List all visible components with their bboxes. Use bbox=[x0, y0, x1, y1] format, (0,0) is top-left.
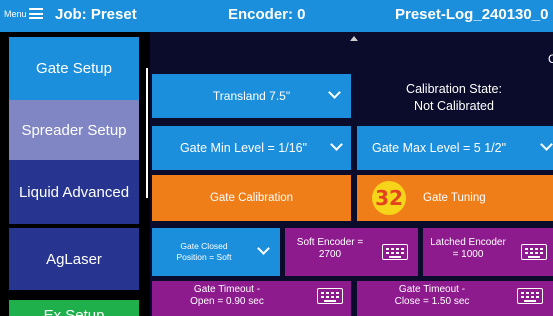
gate-closed-line2: Position = Soft bbox=[176, 252, 232, 262]
gate-timeout-close-line2: Close = 1.50 sec bbox=[394, 296, 470, 307]
gate-timeout-open-button[interactable]: Gate Timeout - Open = 0.90 sec bbox=[152, 281, 351, 316]
sidebar-item-label: Spreader Setup bbox=[21, 121, 127, 139]
gate-closed-line1: Gate Closed bbox=[180, 241, 228, 251]
soft-encoder-text: Soft Encoder = 2700 bbox=[285, 237, 375, 261]
gate-calibration-label: Gate Calibration bbox=[209, 192, 294, 204]
gate-max-level-dropdown[interactable]: Gate Max Level = 5 1/2" bbox=[357, 126, 553, 170]
menu-label: Menu bbox=[4, 8, 27, 19]
latched-encoder-line1: Latched Encoder bbox=[430, 237, 506, 248]
settings-panel: C Transland 7.5" Calibration State: Not … bbox=[150, 32, 553, 316]
sidebar-item-label: Gate Setup bbox=[36, 60, 112, 77]
chevron-down-icon bbox=[328, 86, 341, 99]
sidebar-item-ex-setup[interactable]: Ex Setup bbox=[9, 300, 139, 316]
sidebar-item-label: Ex Setup bbox=[43, 306, 105, 316]
gate-timeout-open-text: Gate Timeout - Open = 0.90 sec bbox=[152, 284, 302, 308]
sidebar-item-label: Liquid Advanced bbox=[18, 183, 130, 201]
hamburger-icon bbox=[28, 8, 43, 19]
latched-encoder-line2: = 1000 bbox=[452, 249, 484, 260]
gate-timeout-close-button[interactable]: Gate Timeout - Close = 1.50 sec bbox=[357, 281, 553, 316]
latched-encoder-button[interactable]: Latched Encoder = 1000 bbox=[423, 228, 553, 276]
gate-calibration-button[interactable]: Gate Calibration bbox=[152, 175, 351, 221]
gate-timeout-open-line1: Gate Timeout - bbox=[193, 284, 261, 295]
sidebar: Gate Setup Spreader Setup Liquid Advance… bbox=[0, 32, 148, 316]
sidebar-item-spreader-setup[interactable]: Spreader Setup bbox=[9, 100, 139, 160]
soft-encoder-line1: Soft Encoder = bbox=[296, 237, 364, 248]
truncated-label: C bbox=[548, 52, 553, 66]
menu-button[interactable]: Menu bbox=[4, 8, 43, 19]
sidebar-scrollbar[interactable] bbox=[146, 68, 148, 198]
sidebar-item-label: AgLaser bbox=[46, 250, 102, 268]
soft-encoder-button[interactable]: Soft Encoder = 2700 bbox=[285, 228, 418, 276]
sidebar-item-gate-setup[interactable]: Gate Setup bbox=[9, 37, 139, 100]
latched-encoder-text: Latched Encoder = 1000 bbox=[423, 237, 513, 261]
step-badge: 32 bbox=[372, 181, 406, 215]
gate-tuning-button[interactable]: 32 Gate Tuning bbox=[357, 175, 553, 221]
gate-type-value: Transland 7.5" bbox=[212, 89, 291, 103]
job-title: Job: Preset bbox=[55, 6, 137, 23]
gate-tuning-label: Gate Tuning bbox=[423, 192, 486, 204]
gate-timeout-close-text: Gate Timeout - Close = 1.50 sec bbox=[357, 284, 507, 308]
calibration-state-value: Not Calibrated bbox=[414, 99, 494, 113]
calibration-state-label: Calibration State: bbox=[406, 82, 502, 96]
log-filename: Preset-Log_240130_0 bbox=[395, 6, 549, 23]
keyboard-icon bbox=[317, 288, 343, 304]
gate-min-level-value: Gate Min Level = 1/16" bbox=[179, 141, 308, 155]
gate-min-level-dropdown[interactable]: Gate Min Level = 1/16" bbox=[152, 126, 351, 170]
keyboard-icon bbox=[517, 288, 543, 304]
sidebar-item-liquid-advanced[interactable]: Liquid Advanced bbox=[9, 160, 139, 224]
gate-type-dropdown[interactable]: Transland 7.5" bbox=[152, 74, 351, 118]
calibration-state: Calibration State: Not Calibrated bbox=[359, 80, 549, 116]
gate-timeout-close-line1: Gate Timeout - bbox=[398, 284, 466, 295]
keyboard-icon bbox=[382, 244, 408, 260]
encoder-readout: Encoder: 0 bbox=[228, 6, 306, 23]
gate-closed-position-dropdown[interactable]: Gate Closed Position = Soft bbox=[152, 228, 280, 276]
gate-timeout-open-line2: Open = 0.90 sec bbox=[190, 296, 264, 307]
keyboard-icon bbox=[521, 244, 547, 260]
gate-max-level-value: Gate Max Level = 5 1/2" bbox=[372, 141, 507, 155]
soft-encoder-line2: 2700 bbox=[318, 249, 342, 260]
scroll-up-arrow-icon[interactable] bbox=[350, 36, 358, 41]
chevron-down-icon bbox=[330, 138, 343, 151]
sidebar-item-aglaser[interactable]: AgLaser bbox=[9, 228, 139, 290]
chevron-down-icon bbox=[257, 242, 270, 255]
top-bar: Menu Job: Preset Encoder: 0 Preset-Log_2… bbox=[0, 0, 553, 32]
chevron-down-icon bbox=[540, 138, 553, 151]
